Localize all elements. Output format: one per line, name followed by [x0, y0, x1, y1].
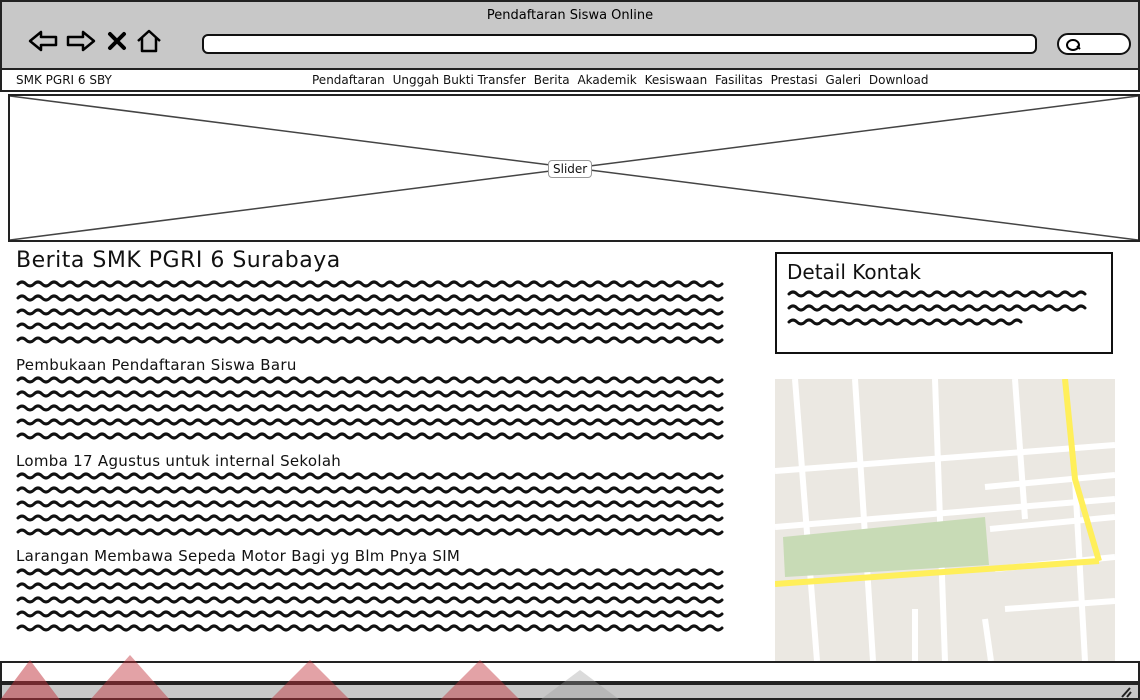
placeholder-text-block	[16, 472, 724, 536]
contact-details-box: Detail Kontak	[775, 252, 1113, 354]
nav-link-fasilitas[interactable]: Fasilitas	[715, 73, 763, 87]
nav-links: Pendaftaran Unggah Bukti Transfer Berita…	[312, 73, 933, 87]
location-map[interactable]	[775, 379, 1115, 661]
nav-link-berita[interactable]: Berita	[534, 73, 570, 87]
site-nav-bar: SMK PGRI 6 SBY Pendaftaran Unggah Bukti …	[0, 70, 1140, 92]
search-box[interactable]	[1057, 33, 1131, 55]
placeholder-text-block	[16, 376, 724, 440]
resize-grip-icon[interactable]	[1118, 686, 1132, 698]
page-title: Berita SMK PGRI 6 Surabaya	[16, 248, 341, 273]
back-arrow-icon[interactable]	[28, 29, 58, 53]
slider-label: Slider	[548, 160, 593, 178]
placeholder-text-block	[16, 280, 724, 344]
news-title-3[interactable]: Larangan Membawa Sepeda Motor Bagi yg Bl…	[16, 547, 460, 565]
watermark-logo	[0, 655, 620, 700]
map-tiles	[775, 379, 1115, 661]
nav-link-unggah-bukti-transfer[interactable]: Unggah Bukti Transfer	[393, 73, 526, 87]
nav-link-kesiswaan[interactable]: Kesiswaan	[645, 73, 708, 87]
browser-toolbar: Pendaftaran Siswa Online	[0, 0, 1140, 70]
home-icon[interactable]	[135, 29, 163, 53]
address-bar[interactable]	[202, 34, 1037, 54]
image-slider[interactable]: Slider	[8, 94, 1140, 242]
site-name[interactable]: SMK PGRI 6 SBY	[16, 73, 112, 87]
close-icon[interactable]	[106, 29, 128, 53]
news-title-1[interactable]: Pembukaan Pendaftaran Siswa Baru	[16, 356, 297, 374]
contact-title: Detail Kontak	[787, 260, 921, 284]
window-title: Pendaftaran Siswa Online	[486, 8, 654, 23]
nav-link-akademik[interactable]: Akademik	[577, 73, 636, 87]
placeholder-text-block	[787, 290, 1087, 326]
placeholder-text-block	[16, 568, 724, 632]
news-title-2[interactable]: Lomba 17 Agustus untuk internal Sekolah	[16, 452, 341, 470]
search-icon	[1066, 39, 1081, 51]
nav-link-galeri[interactable]: Galeri	[825, 73, 861, 87]
nav-link-prestasi[interactable]: Prestasi	[771, 73, 818, 87]
nav-link-download[interactable]: Download	[869, 73, 929, 87]
forward-arrow-icon[interactable]	[66, 29, 96, 53]
nav-link-pendaftaran[interactable]: Pendaftaran	[312, 73, 385, 87]
